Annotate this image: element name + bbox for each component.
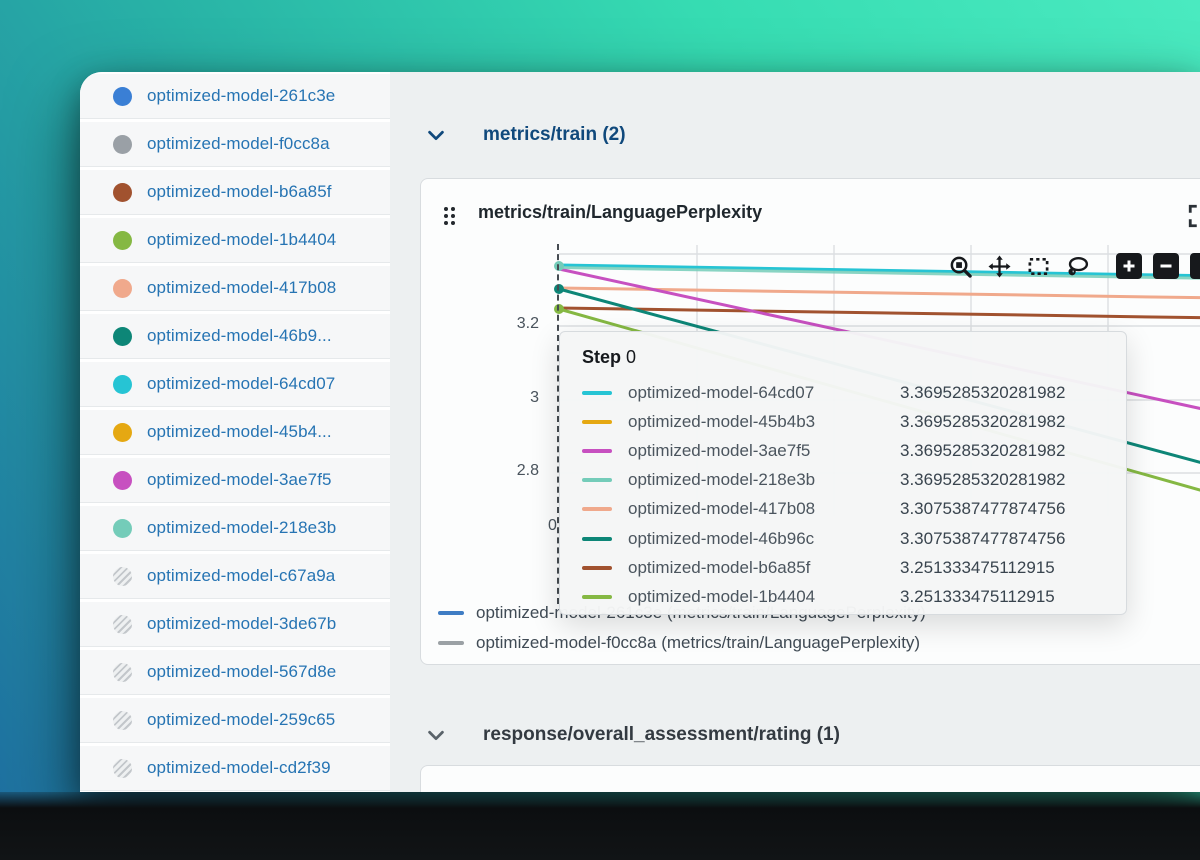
tooltip-title: Step 0 [582,347,637,367]
chevron-down-icon[interactable] [425,124,447,146]
tooltip-swatch-icon [582,390,612,395]
charts-panel: metrics/train (2) metrics/train/Language… [390,72,1200,792]
tooltip-row: optimized-model-218e3b 3.369528532028198… [582,466,1104,495]
tooltip-row: optimized-model-46b96c 3.307538747787475… [582,524,1104,553]
zoom-out-button[interactable] [1153,253,1179,279]
tooltip-row: optimized-model-417b08 3.307538747787475… [582,495,1104,524]
run-color-dot-icon [113,230,132,250]
run-link[interactable]: optimized-model-261c3e [147,86,335,106]
legend-label: optimized-model-f0cc8a (metrics/train/La… [476,633,921,652]
zoom-in-button[interactable] [1116,253,1142,279]
tooltip-row: optimized-model-3ae7f5 3.369528532028198… [582,436,1104,465]
tooltip-swatch-icon [582,419,612,424]
run-row[interactable]: optimized-model-218e3b [80,506,390,551]
run-link[interactable]: optimized-model-3ae7f5 [147,470,332,490]
tooltip-swatch-icon [582,565,612,570]
tooltip-swatch-icon [582,478,612,483]
tooltip-swatch-icon [582,448,612,453]
tooltip-row: optimized-model-45b4b3 3.369528532028198… [582,407,1104,436]
run-color-dot-icon [113,86,132,106]
run-row[interactable]: optimized-model-3ae7f5 [80,458,390,503]
run-row[interactable]: optimized-model-261c3e [80,74,390,119]
section-header-response-rating[interactable]: response/overall_assessment/rating (1) [425,724,840,746]
runs-sidebar: optimized-model-261c3e optimized-model-f… [80,72,390,792]
run-color-dot-icon [113,326,132,346]
run-color-dot-icon [113,518,132,538]
run-hidden-dot-icon [113,710,132,730]
run-color-dot-icon [113,470,132,490]
run-link[interactable]: optimized-model-567d8e [147,662,336,682]
lasso-select-tool-icon[interactable] [1066,255,1089,278]
run-color-dot-icon [113,278,132,298]
tooltip-swatch-icon [582,507,612,512]
run-color-dot-icon [113,182,132,202]
run-hidden-dot-icon [113,566,132,586]
run-link[interactable]: optimized-model-f0cc8a [147,134,330,154]
run-row[interactable]: optimized-model-417b08 [80,266,390,311]
run-color-dot-icon [113,422,132,442]
run-link[interactable]: optimized-model-259c65 [147,710,335,730]
legend-swatch-icon [438,641,464,645]
y-tick-label: 2.8 [516,462,539,479]
chart-modebar [949,253,1200,279]
y-tick-label: 3.2 [516,315,539,332]
run-color-dot-icon [113,374,132,394]
run-link[interactable]: optimized-model-1b4404 [147,230,336,250]
run-row[interactable]: optimized-model-45b4... [80,410,390,455]
app-window: optimized-model-261c3e optimized-model-f… [80,72,1200,792]
run-link[interactable]: optimized-model-b6a85f [147,182,332,202]
run-link[interactable]: optimized-model-218e3b [147,518,336,538]
run-row[interactable]: optimized-model-259c65 [80,698,390,743]
page-root: { "sidebar": { "runs": [ { "label": "opt… [0,0,1200,860]
run-link[interactable]: optimized-model-46b9... [147,326,332,346]
run-link[interactable]: optimized-model-3de67b [147,614,336,634]
y-tick-label: 3 [530,389,539,406]
hover-tooltip: Step 0 optimized-model-64cd07 3.36952853… [559,331,1127,615]
run-link[interactable]: optimized-model-417b08 [147,278,336,298]
step0-markers [554,261,564,314]
pan-tool-icon[interactable] [988,254,1011,278]
tooltip-row: optimized-model-b6a85f 3.251333475112915 [582,553,1104,582]
window-shadow [0,792,1200,860]
run-row[interactable]: optimized-model-64cd07 [80,362,390,407]
run-hidden-dot-icon [113,758,132,778]
run-row[interactable]: optimized-model-c67a9a [80,554,390,599]
section-title: metrics/train (2) [483,124,626,145]
tooltip-swatch-icon [582,594,612,599]
legend-item[interactable]: optimized-model-f0cc8a (metrics/train/La… [438,628,926,658]
run-row[interactable]: optimized-model-3de67b [80,602,390,647]
zoom-tool-icon[interactable] [949,255,972,278]
tooltip-row: optimized-model-64cd07 3.369528532028198… [582,378,1104,407]
run-link[interactable]: optimized-model-45b4... [147,422,332,442]
x-tick-label: 0 [548,517,557,534]
run-row[interactable]: optimized-model-567d8e [80,650,390,695]
legend-swatch-icon [438,611,464,615]
autoscale-button[interactable] [1190,253,1200,279]
run-hidden-dot-icon [113,614,132,634]
run-color-dot-icon [113,134,132,154]
run-row[interactable]: optimized-model-46b9... [80,314,390,359]
run-link[interactable]: optimized-model-cd2f39 [147,758,331,778]
tooltip-swatch-icon [582,536,612,541]
section-title: response/overall_assessment/rating (1) [483,724,840,745]
run-hidden-dot-icon [113,662,132,682]
section-header-metrics-train[interactable]: metrics/train (2) [425,124,626,146]
box-select-tool-icon[interactable] [1027,255,1050,278]
run-link[interactable]: optimized-model-c67a9a [147,566,335,586]
chart-card-rating [420,765,1200,792]
run-link[interactable]: optimized-model-64cd07 [147,374,335,394]
tooltip-row: optimized-model-1b4404 3.251333475112915 [582,582,1104,611]
run-row[interactable]: optimized-model-cd2f39 [80,746,390,791]
run-row[interactable]: optimized-model-1b4404 [80,218,390,263]
run-row[interactable]: optimized-model-f0cc8a [80,122,390,167]
run-row[interactable]: optimized-model-b6a85f [80,170,390,215]
chevron-down-icon[interactable] [425,724,447,746]
